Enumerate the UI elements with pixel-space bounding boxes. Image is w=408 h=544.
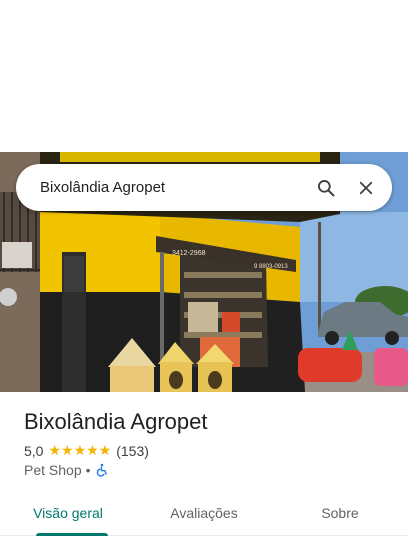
sign-phone-left: 3412-2968 — [172, 250, 206, 257]
rating-row[interactable]: 5,0 ★★★★★ (153) — [24, 442, 392, 459]
place-tabs: Visão geral Avaliações Sobre — [0, 490, 408, 536]
sign-phone-right: 9 8803-0913 — [254, 264, 288, 270]
search-bar[interactable]: Bixolândia Agropet — [16, 164, 392, 211]
search-icon[interactable] — [306, 168, 346, 208]
place-title: Bixolândia Agropet — [24, 409, 208, 434]
close-icon[interactable] — [346, 168, 386, 208]
active-tab-indicator — [36, 533, 108, 536]
meta-row: Pet Shop • — [24, 462, 392, 478]
place-category[interactable]: Pet Shop — [24, 462, 82, 478]
wheelchair-accessible-icon — [95, 463, 109, 477]
tab-overview[interactable]: Visão geral — [0, 490, 136, 535]
review-count[interactable]: (153) — [116, 443, 149, 459]
tab-reviews[interactable]: Avaliações — [136, 490, 272, 535]
rating-value: 5,0 — [24, 442, 44, 459]
tab-about[interactable]: Sobre — [272, 490, 408, 535]
separator-dot: • — [85, 462, 91, 478]
search-input[interactable]: Bixolândia Agropet — [40, 179, 306, 196]
place-info: Bixolândia Agropet 5,0 ★★★★★ (153) Pet S… — [24, 408, 392, 478]
star-rating-icon: ★★★★★ — [48, 442, 112, 458]
